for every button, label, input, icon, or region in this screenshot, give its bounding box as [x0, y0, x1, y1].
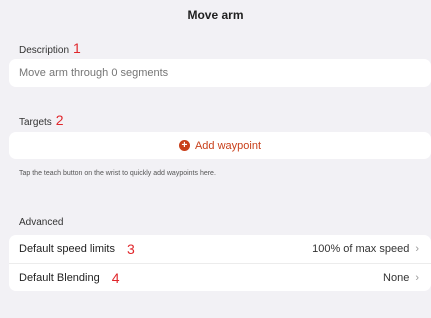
chevron-right-icon: ›: [415, 243, 419, 255]
add-waypoint-button[interactable]: + Add waypoint: [9, 132, 431, 159]
default-blending-row[interactable]: Default Blending 4 None ›: [9, 263, 431, 291]
targets-hint: Tap the teach button on the wrist to qui…: [19, 170, 216, 177]
move-arm-panel: Move arm Description1 Targets2 + Add way…: [0, 0, 431, 318]
annotation-marker-4: 4: [111, 269, 120, 286]
advanced-section-label: Advanced: [19, 217, 63, 228]
default-speed-limits-row[interactable]: Default speed limits 3 100% of max speed…: [9, 235, 431, 263]
default-blending-value: None: [383, 271, 410, 284]
targets-section-label: Targets 2: [19, 112, 64, 128]
advanced-label: Advanced: [19, 217, 64, 228]
page-title: Move arm: [187, 8, 244, 22]
advanced-settings-card: Default speed limits 3 100% of max speed…: [9, 235, 431, 291]
description-section-label: Description 1: [19, 40, 81, 56]
add-waypoint-label: Add waypoint: [194, 139, 262, 152]
chevron-right-icon: ›: [415, 271, 419, 284]
plus-circle-icon: +: [178, 140, 190, 151]
default-blending-label: Default Blending: [19, 271, 100, 284]
annotation-marker-3: 3: [127, 241, 135, 257]
annotation-marker-2: 2: [55, 112, 64, 128]
default-speed-limits-value: 100% of max speed: [312, 243, 410, 255]
description-field-card: [9, 59, 431, 87]
description-label: Description: [19, 45, 70, 56]
annotation-marker-1: 1: [73, 40, 81, 56]
default-speed-limits-label: Default speed limits: [19, 243, 115, 255]
targets-label: Targets: [19, 117, 52, 128]
description-input[interactable]: [9, 59, 431, 87]
